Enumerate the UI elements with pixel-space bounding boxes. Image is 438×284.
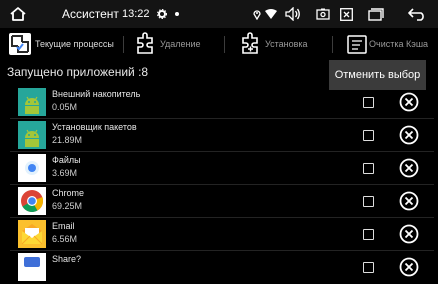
volume-icon[interactable] (284, 0, 302, 28)
tab-install[interactable]: Установка (240, 30, 308, 58)
close-box-icon[interactable] (337, 0, 355, 28)
tab-install-label: Установка (265, 39, 308, 49)
app-size: 6.56M (52, 234, 78, 244)
install-icon (242, 32, 258, 54)
select-checkbox[interactable] (363, 130, 374, 141)
clock: 13:22 (122, 8, 150, 20)
app-row[interactable]: Установщик пакетов 21.89M (0, 119, 438, 152)
app-size: 21.89M (52, 135, 83, 145)
app-row[interactable]: Email 6.56M (0, 218, 438, 251)
tab-running-processes-label: Текущие процессы (35, 39, 114, 49)
tab-bar: Текущие процессы Удаление Установка Очис… (0, 30, 438, 58)
app-size: 69.25M (52, 201, 83, 211)
running-apps-count: Запущено приложений :8 (7, 65, 149, 79)
tab-divider (332, 36, 333, 53)
chrome-icon (18, 187, 46, 215)
window-icon[interactable] (366, 0, 386, 28)
wifi-icon (264, 0, 278, 28)
select-checkbox[interactable] (363, 229, 374, 240)
home-icon[interactable] (6, 0, 30, 28)
status-bar: Ассистент 13:22 (0, 0, 438, 28)
app-row[interactable]: Файлы 3.69M (0, 152, 438, 185)
tab-uninstall[interactable]: Удаление (135, 30, 201, 58)
notification-dot-icon (174, 0, 180, 28)
tab-divider (224, 36, 225, 53)
deselect-menu-item[interactable]: Отменить выбор (329, 60, 426, 90)
close-circle-icon[interactable] (399, 158, 419, 178)
app-name: Chrome (52, 188, 85, 198)
uninstall-icon (137, 32, 153, 54)
app-row[interactable]: Внешний накопитель 0.05M (0, 86, 438, 119)
select-checkbox[interactable] (363, 196, 374, 207)
tab-clear-cache-label: Очистка Кэша (369, 39, 429, 49)
email-icon (18, 220, 46, 248)
app-name: Внешний накопитель (52, 89, 141, 99)
app-name: Share? (52, 254, 82, 264)
app-size: 0.05M (52, 102, 78, 112)
select-checkbox[interactable] (363, 163, 374, 174)
app-name: Файлы (52, 155, 81, 165)
android-icon (18, 88, 46, 116)
tab-uninstall-label: Удаление (160, 39, 201, 49)
app-row[interactable]: Chrome 69.25M (0, 185, 438, 218)
app-name: Установщик пакетов (52, 122, 137, 132)
select-checkbox[interactable] (363, 97, 374, 108)
app-row[interactable]: Share? (0, 251, 438, 284)
running-processes-icon (9, 33, 31, 55)
app-title: Ассистент (62, 7, 119, 21)
settings-icon (156, 0, 168, 28)
app-name: Email (52, 221, 75, 231)
files-icon (18, 154, 46, 182)
tab-divider (123, 36, 124, 53)
clear-cache-icon (347, 35, 367, 54)
app-size: 3.69M (52, 168, 78, 178)
app-icon (18, 253, 46, 281)
tab-running-processes[interactable]: Текущие процессы (8, 30, 114, 58)
close-circle-icon[interactable] (399, 257, 419, 277)
close-circle-icon[interactable] (399, 92, 419, 112)
tab-clear-cache[interactable]: Очистка Кэша (346, 30, 428, 58)
close-circle-icon[interactable] (399, 224, 419, 244)
close-circle-icon[interactable] (399, 191, 419, 211)
android-icon (18, 121, 46, 149)
screenshot-icon[interactable] (314, 0, 332, 28)
location-icon (252, 0, 262, 28)
back-icon[interactable] (405, 0, 429, 28)
close-circle-icon[interactable] (399, 125, 419, 145)
select-checkbox[interactable] (363, 262, 374, 273)
